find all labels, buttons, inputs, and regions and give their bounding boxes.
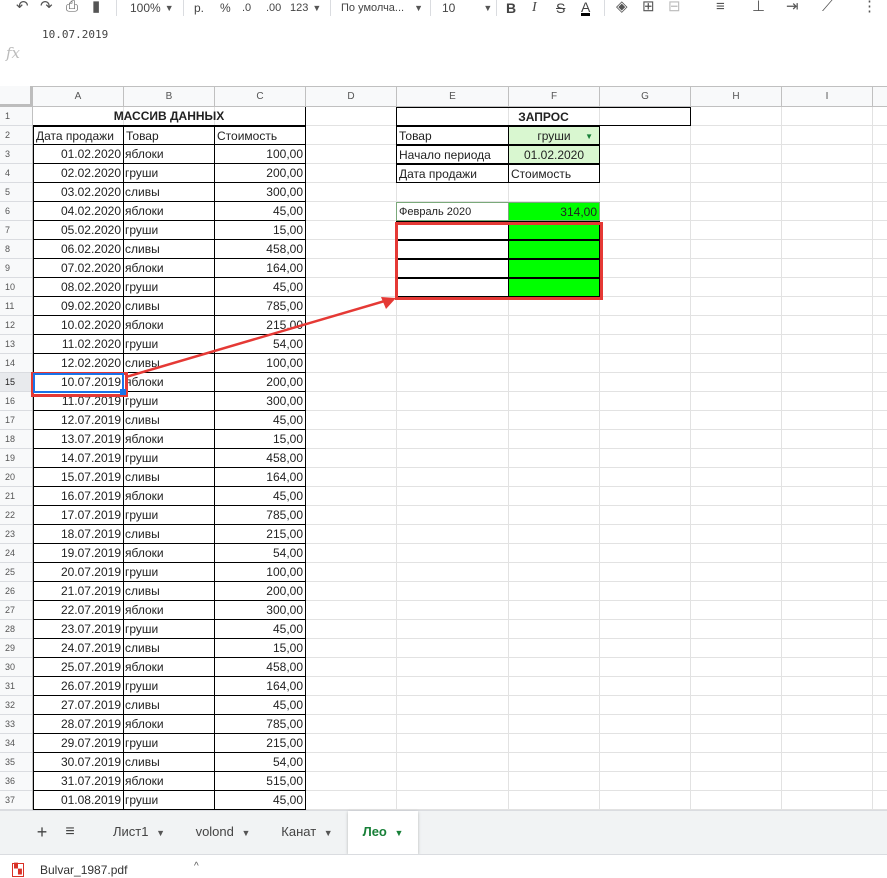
all-sheets-button[interactable]: ≡ bbox=[58, 811, 82, 854]
chevron-down-icon[interactable]: ▼ bbox=[395, 828, 404, 838]
sheet-tab-bar: + ≡ Лист1 ▼ volond ▼ Канат ▼ Лео ▼ bbox=[0, 810, 887, 854]
sheet-tab-volond[interactable]: volond ▼ bbox=[180, 811, 266, 854]
annotation-arrow bbox=[125, 297, 396, 379]
annotation-arrow-line bbox=[125, 298, 389, 379]
add-sheet-button[interactable]: + bbox=[30, 811, 54, 854]
chevron-down-icon[interactable]: ▼ bbox=[324, 828, 333, 838]
sheet-tab-label: Лист1 bbox=[112, 824, 149, 839]
sheet-tab-kanat[interactable]: Канат ▼ bbox=[266, 811, 348, 854]
chevron-down-icon[interactable]: ▼ bbox=[156, 828, 165, 838]
download-file-name[interactable]: Bulvar_1987.pdf bbox=[40, 863, 127, 877]
sheet-tab-label: volond bbox=[195, 824, 234, 839]
chevron-up-icon[interactable]: ^ bbox=[194, 861, 199, 872]
download-bar: ▚ Bulvar_1987.pdf ^ bbox=[0, 854, 887, 878]
chevron-down-icon[interactable]: ▼ bbox=[242, 828, 251, 838]
sheet-tab-leo[interactable]: Лео ▼ bbox=[348, 811, 418, 854]
pdf-file-icon: ▚ bbox=[12, 863, 24, 877]
sheet-tab-list1[interactable]: Лист1 ▼ bbox=[98, 811, 180, 854]
sheet-tab-label: Лео bbox=[362, 824, 387, 839]
annotation-arrow-head bbox=[381, 297, 396, 309]
sheet-tab-label: Канат bbox=[281, 824, 317, 839]
